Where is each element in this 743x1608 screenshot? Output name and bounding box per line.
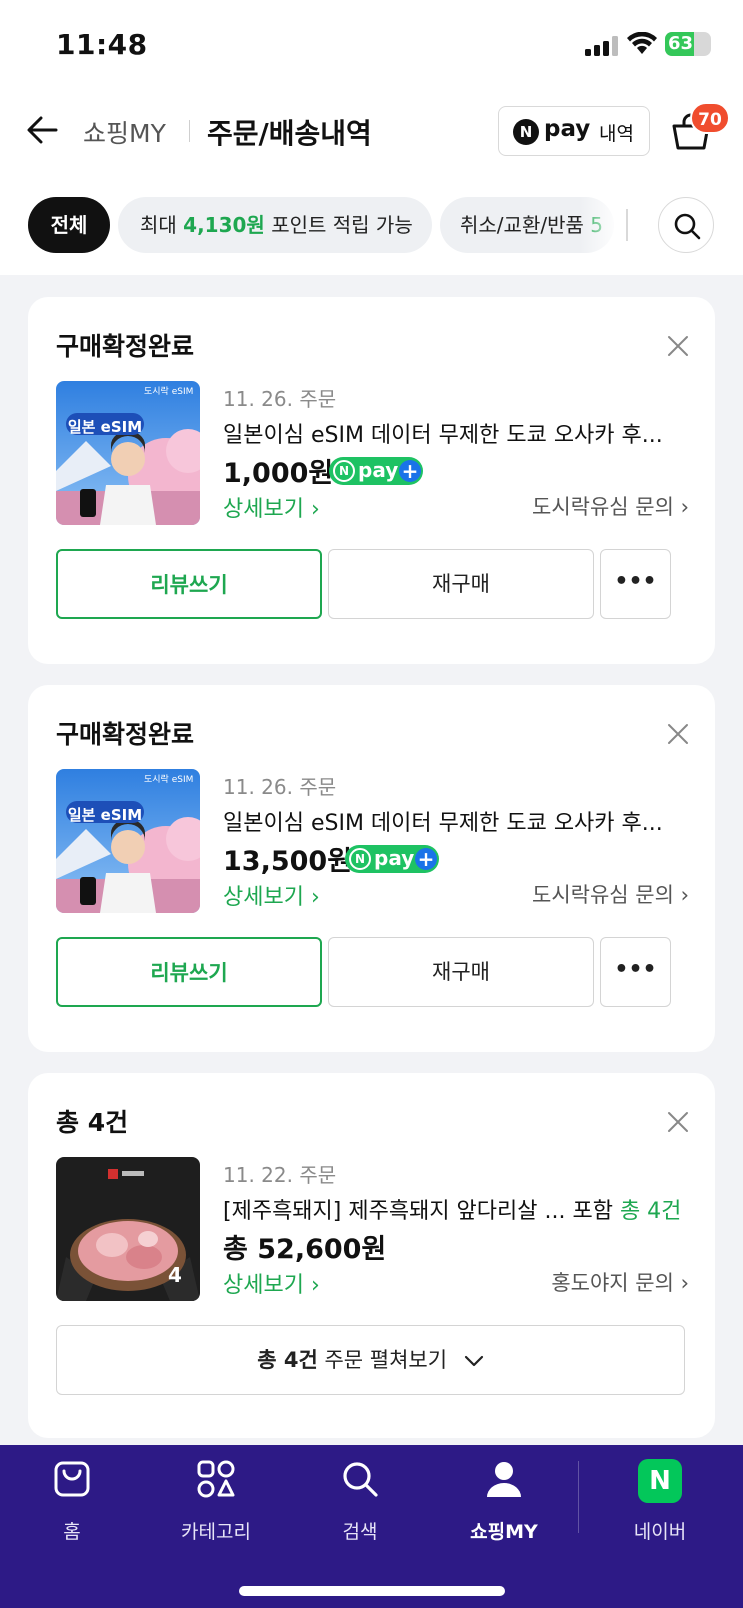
view-detail-link[interactable]: 상세보기 › (223, 879, 320, 911)
npay-plus-pay: pay (374, 846, 415, 870)
points-prefix: 최대 (140, 213, 184, 237)
search-icon (343, 1462, 378, 1497)
close-icon[interactable] (667, 1111, 689, 1133)
view-detail-link[interactable]: 상세보기 › (223, 491, 320, 523)
esim-product-image (56, 769, 200, 913)
order-date: 11. 22. 주문 (223, 1163, 337, 1187)
expand-orders-button[interactable]: 총 4건 주문 펼쳐보기 (56, 1325, 685, 1395)
tab-home[interactable]: 홈 (12, 1459, 132, 1549)
filter-chip-all[interactable]: 전체 (28, 197, 110, 253)
search-icon (674, 213, 701, 240)
home-indicator (239, 1586, 505, 1596)
product-thumbnail[interactable] (56, 769, 200, 913)
cart-count-badge: 70 (690, 102, 730, 134)
thumb-brand: 도시락 eSIM (144, 775, 194, 785)
tab-naver-label: 네이버 (633, 1521, 687, 1543)
npay-plus-pay: pay (358, 458, 399, 482)
esim-product-image (56, 381, 200, 525)
back-arrow-icon[interactable] (22, 110, 62, 150)
view-detail-link[interactable]: 상세보기 › (223, 1267, 320, 1299)
seller-inquiry-link[interactable]: 도시락유심 문의 › (532, 491, 689, 521)
status-bar: 11:48 63 (0, 0, 743, 80)
close-icon[interactable] (667, 335, 689, 357)
breadcrumb-shopping-my[interactable]: 쇼핑MY (83, 114, 166, 150)
tab-search-label: 검색 (342, 1521, 378, 1543)
navigation-header: 쇼핑MY 주문/배송내역 N pay 내역 70 (0, 90, 743, 170)
write-review-button[interactable]: 리뷰쓰기 (56, 549, 322, 619)
chip-scroll-fade (580, 197, 620, 253)
rebuy-button[interactable]: 재구매 (328, 549, 594, 619)
npay-plus-badge: N pay + (345, 845, 439, 873)
npay-plus-sign: + (399, 460, 421, 482)
tab-shopping-my-label: 쇼핑MY (470, 1521, 538, 1543)
close-icon[interactable] (667, 723, 689, 745)
thumb-brand: 도시락 eSIM (144, 387, 194, 397)
thumb-title: 일본 eSIM (67, 806, 143, 824)
category-grid-icon (197, 1460, 235, 1498)
product-price: 13,500원 (223, 846, 353, 877)
more-options-button[interactable]: ••• (600, 937, 671, 1007)
tab-shopping-my[interactable]: 쇼핑MY (444, 1459, 564, 1549)
product-name-main: [제주흑돼지] 제주흑돼지 앞다리살 ... 포함 (223, 1199, 620, 1224)
tab-search[interactable]: 검색 (300, 1459, 420, 1549)
write-review-button[interactable]: 리뷰쓰기 (56, 937, 322, 1007)
product-thumbnail[interactable] (56, 381, 200, 525)
breadcrumb-divider (189, 120, 190, 142)
cancel-label: 취소/교환/반품 (460, 213, 591, 237)
order-group-card: 총 4건 4 11. 22. 주문 [제주흑돼지] 제주흑돼지 앞다리살 ...… (28, 1073, 715, 1438)
points-suffix: 포인트 적립 가능 (264, 213, 413, 237)
order-card: 구매확정완료 일본 eSIM 도시락 eSIM 11. 26. 주문 일본이심 … (28, 297, 715, 664)
battery-icon: 63 (665, 32, 711, 56)
battery-level: 63 (668, 33, 694, 54)
page-title: 주문/배송내역 (207, 117, 372, 150)
status-time: 11:48 (56, 28, 148, 61)
npay-pay-logo: pay (544, 116, 591, 142)
wifi-icon (627, 32, 657, 54)
order-group-count: 총 4건 (56, 1108, 129, 1137)
tab-home-label: 홈 (63, 1521, 81, 1543)
npay-plus-badge: N pay + (329, 457, 423, 485)
cellular-signal-icon (585, 36, 618, 56)
npay-history-button[interactable]: N pay 내역 (498, 106, 650, 156)
chip-divider (626, 209, 628, 241)
filter-chip-points[interactable]: 최대 4,130원 포인트 적립 가능 (118, 197, 432, 253)
product-name[interactable]: 일본이심 eSIM 데이터 무제한 도쿄 오사카 후... (223, 417, 685, 449)
order-date: 11. 26. 주문 (223, 775, 337, 799)
person-icon (487, 1462, 521, 1497)
npay-plus-n: N (349, 848, 371, 870)
more-options-button[interactable]: ••• (600, 549, 671, 619)
top-header-area: 11:48 63 쇼핑MY 주문/배송내역 N pay 내역 70 전체 최대 … (0, 0, 743, 275)
tab-divider (578, 1461, 579, 1533)
naver-logo-icon: N (638, 1459, 682, 1503)
seller-inquiry-link[interactable]: 도시락유심 문의 › (532, 879, 689, 909)
product-item-count: 총 4건 (619, 1199, 682, 1224)
order-total-price: 총 52,600원 (223, 1234, 387, 1265)
expand-count: 총 4건 (257, 1348, 318, 1372)
product-name[interactable]: 일본이심 eSIM 데이터 무제한 도쿄 오사카 후... (223, 805, 685, 837)
chevron-down-icon (464, 1355, 483, 1367)
shopping-bag-icon (54, 1461, 90, 1497)
rebuy-button[interactable]: 재구매 (328, 937, 594, 1007)
product-name[interactable]: [제주흑돼지] 제주흑돼지 앞다리살 ... 포함 총 4건 (223, 1193, 685, 1225)
bottom-tab-bar: 홈 카테고리 검색 쇼핑MY N 네이버 (0, 1445, 743, 1608)
tab-category-label: 카테고리 (181, 1521, 251, 1543)
npay-plus-n: N (333, 460, 355, 482)
seller-inquiry-link[interactable]: 홍도야지 문의 › (551, 1267, 689, 1297)
order-card: 구매확정완료 일본 eSIM 도시락 eSIM 11. 26. 주문 일본이심 … (28, 685, 715, 1052)
tab-naver[interactable]: N 네이버 (600, 1459, 720, 1549)
expand-label: 주문 펼쳐보기 (317, 1348, 448, 1372)
npay-history-label: 내역 (599, 123, 634, 145)
filter-chip-bar: 전체 최대 4,130원 포인트 적립 가능 취소/교환/반품 5 (0, 195, 743, 255)
thumb-title: 일본 eSIM (67, 418, 143, 436)
tab-category[interactable]: 카테고리 (156, 1459, 276, 1549)
order-search-button[interactable] (658, 197, 714, 253)
order-status: 구매확정완료 (56, 720, 195, 749)
order-status: 구매확정완료 (56, 332, 195, 361)
product-price: 1,000원 (223, 458, 334, 489)
npay-plus-sign: + (415, 848, 437, 870)
thumb-item-count: 4 (168, 1263, 182, 1287)
order-date: 11. 26. 주문 (223, 387, 337, 411)
points-amount: 4,130원 (183, 213, 265, 237)
npay-n-logo: N (513, 119, 539, 145)
